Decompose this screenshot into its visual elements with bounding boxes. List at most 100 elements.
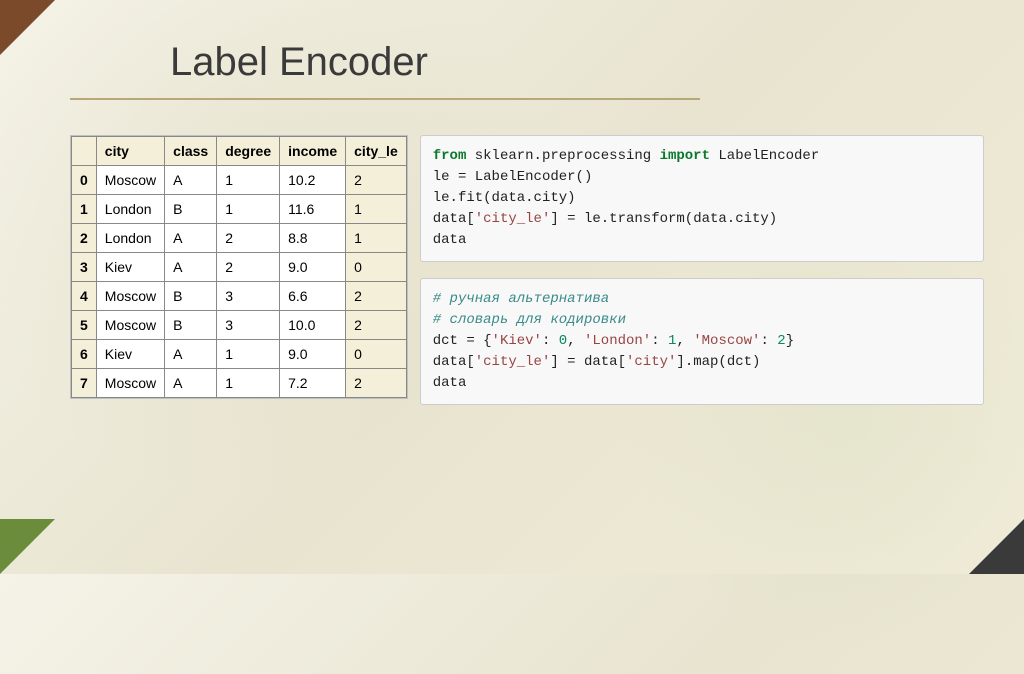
table-row: 7MoscowA17.22: [72, 369, 407, 398]
table-row: 1LondonB111.61: [72, 195, 407, 224]
cell-income: 7.2: [280, 369, 346, 398]
corner-decoration-bottom-left: [0, 519, 55, 574]
cell-class: B: [165, 195, 217, 224]
cell-degree: 1: [217, 340, 280, 369]
cell-class: A: [165, 253, 217, 282]
comment-line: # ручная альтернатива: [433, 291, 609, 307]
col-header-city-le: city_le: [346, 137, 407, 166]
cell-city: London: [96, 224, 164, 253]
cell-degree: 1: [217, 166, 280, 195]
cell-city-le: 2: [346, 369, 407, 398]
cell-index: 6: [72, 340, 97, 369]
code-block-manual: # ручная альтернатива # словарь для коди…: [420, 278, 984, 405]
code-text: ].map(dct): [676, 354, 760, 370]
col-header-city: city: [96, 137, 164, 166]
cell-city-le: 0: [346, 340, 407, 369]
slide-title: Label Encoder: [170, 40, 428, 85]
cell-city-le: 1: [346, 224, 407, 253]
cell-income: 9.0: [280, 253, 346, 282]
table-row: 0MoscowA110.22: [72, 166, 407, 195]
cell-index: 2: [72, 224, 97, 253]
code-line: le = LabelEncoder(): [433, 169, 593, 185]
table-header-row: city class degree income city_le: [72, 137, 407, 166]
string-literal: 'Kiev': [492, 333, 542, 349]
cell-city: London: [96, 195, 164, 224]
cell-degree: 1: [217, 369, 280, 398]
keyword-import: import: [660, 148, 710, 164]
code-line: le.fit(data.city): [433, 190, 576, 206]
data-table-wrap: city class degree income city_le 0Moscow…: [70, 135, 408, 399]
number-literal: 0: [559, 333, 567, 349]
table-row: 5MoscowB310.02: [72, 311, 407, 340]
cell-city: Moscow: [96, 369, 164, 398]
cell-income: 6.6: [280, 282, 346, 311]
cell-city: Moscow: [96, 282, 164, 311]
cell-income: 10.2: [280, 166, 346, 195]
data-table: city class degree income city_le 0Moscow…: [71, 136, 407, 398]
code-text: ] = le.transform(data.city): [550, 211, 777, 227]
cell-city: Kiev: [96, 340, 164, 369]
code-text: ] = data[: [550, 354, 626, 370]
cell-income: 9.0: [280, 340, 346, 369]
code-text: LabelEncoder: [710, 148, 819, 164]
string-literal: 'city_le': [475, 354, 551, 370]
cell-city: Kiev: [96, 253, 164, 282]
string-literal: 'city_le': [475, 211, 551, 227]
cell-income: 11.6: [280, 195, 346, 224]
cell-class: A: [165, 166, 217, 195]
number-literal: 1: [668, 333, 676, 349]
keyword-from: from: [433, 148, 467, 164]
cell-class: B: [165, 311, 217, 340]
cell-class: A: [165, 224, 217, 253]
string-literal: 'Moscow': [693, 333, 760, 349]
cell-city-le: 0: [346, 253, 407, 282]
comment-line: # словарь для кодировки: [433, 312, 626, 328]
cell-index: 0: [72, 166, 97, 195]
table-row: 6KievA19.00: [72, 340, 407, 369]
cell-class: A: [165, 369, 217, 398]
col-header-degree: degree: [217, 137, 280, 166]
code-text: dct = {: [433, 333, 492, 349]
cell-income: 8.8: [280, 224, 346, 253]
corner-decoration-top-left: [0, 0, 55, 55]
code-text: data[: [433, 354, 475, 370]
string-literal: 'city': [626, 354, 676, 370]
cell-city-le: 2: [346, 166, 407, 195]
cell-index: 3: [72, 253, 97, 282]
string-literal: 'London': [584, 333, 651, 349]
code-text: }: [786, 333, 794, 349]
col-header-class: class: [165, 137, 217, 166]
code-text: data[: [433, 211, 475, 227]
cell-index: 1: [72, 195, 97, 224]
content-area: city class degree income city_le 0Moscow…: [70, 135, 984, 405]
cell-income: 10.0: [280, 311, 346, 340]
corner-decoration-bottom-right: [969, 519, 1024, 574]
cell-city-le: 2: [346, 282, 407, 311]
cell-degree: 2: [217, 224, 280, 253]
cell-city-le: 2: [346, 311, 407, 340]
cell-degree: 1: [217, 195, 280, 224]
cell-city: Moscow: [96, 311, 164, 340]
cell-city: Moscow: [96, 166, 164, 195]
cell-class: B: [165, 282, 217, 311]
table-row: 2LondonA28.81: [72, 224, 407, 253]
cell-index: 7: [72, 369, 97, 398]
cell-class: A: [165, 340, 217, 369]
number-literal: 2: [777, 333, 785, 349]
cell-city-le: 1: [346, 195, 407, 224]
table-row: 3KievA29.00: [72, 253, 407, 282]
cell-degree: 3: [217, 311, 280, 340]
cell-degree: 3: [217, 282, 280, 311]
code-line: data: [433, 375, 467, 391]
cell-degree: 2: [217, 253, 280, 282]
title-underline: [70, 98, 700, 100]
code-block-sklearn: from sklearn.preprocessing import LabelE…: [420, 135, 984, 262]
code-line: data: [433, 232, 467, 248]
col-header-index: [72, 137, 97, 166]
col-header-income: income: [280, 137, 346, 166]
cell-index: 4: [72, 282, 97, 311]
code-text: sklearn.preprocessing: [466, 148, 659, 164]
cell-index: 5: [72, 311, 97, 340]
table-row: 4MoscowB36.62: [72, 282, 407, 311]
code-column: from sklearn.preprocessing import LabelE…: [420, 135, 984, 405]
